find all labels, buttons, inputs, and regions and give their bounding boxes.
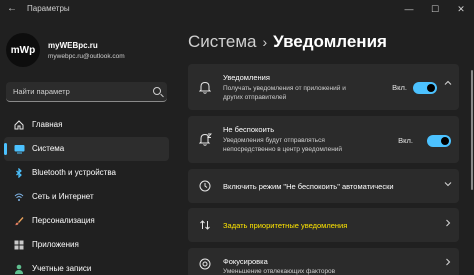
sidebar-item-bluetooth[interactable]: Bluetooth и устройства	[4, 161, 169, 185]
do-not-disturb-card[interactable]: Не беспокоить Уведомления будут отправля…	[188, 116, 459, 163]
priority-notifications-card[interactable]: Задать приоритетные уведомления	[188, 208, 459, 242]
search-icon[interactable]	[153, 87, 161, 95]
profile-name: myWEBpc.ru	[48, 41, 98, 50]
breadcrumb-parent[interactable]: Система	[188, 32, 256, 51]
focus-desc: Уменьшение отвлекающих факторов	[223, 268, 336, 275]
breadcrumb: Система › Уведомления	[188, 32, 387, 52]
scrollbar[interactable]	[471, 70, 473, 190]
profile-email: mywebpc.ru@outlook.com	[48, 53, 125, 60]
wifi-icon	[14, 192, 24, 202]
notifications-toggle-label: Вкл.	[392, 83, 407, 92]
bluetooth-icon	[14, 167, 24, 179]
bell-snooze-icon	[198, 132, 212, 146]
auto-dnd-title: Включить режим "Не беспокоить" автоматич…	[223, 182, 394, 191]
sidebar-item-label: Учетные записи	[32, 264, 92, 273]
back-arrow-icon[interactable]: ←	[7, 3, 17, 14]
notifications-card[interactable]: Уведомления Получать уведомления от прил…	[188, 64, 459, 110]
search-box[interactable]: Найти параметр	[6, 82, 167, 102]
dnd-title: Не беспокоить	[223, 125, 275, 134]
close-button[interactable]: ✕	[448, 0, 474, 18]
focus-card[interactable]: Фокусировка Уменьшение отвлекающих факто…	[188, 248, 459, 275]
brush-icon	[14, 216, 24, 226]
sidebar-item-label: Персонализация	[32, 216, 95, 225]
home-icon	[14, 120, 24, 130]
sidebar-item-label: Главная	[32, 120, 63, 129]
sidebar-nav: Главная Система Bluetooth и устройства С…	[4, 113, 169, 275]
avatar: mWp	[6, 33, 40, 67]
chevron-down-icon[interactable]	[444, 180, 452, 191]
chevron-right-icon[interactable]	[444, 258, 452, 269]
sidebar-item-label: Приложения	[32, 240, 79, 249]
sidebar-item-network[interactable]: Сеть и Интернет	[4, 185, 169, 209]
chevron-right-icon[interactable]	[444, 219, 452, 230]
window-controls: — ☐ ✕	[396, 0, 474, 18]
sidebar-item-system[interactable]: Система	[4, 137, 169, 161]
chevron-up-icon[interactable]	[444, 79, 452, 90]
dnd-desc-line1: Уведомления будут отправляться	[223, 137, 325, 144]
sidebar-item-home[interactable]: Главная	[4, 113, 169, 137]
page-title: Уведомления	[273, 32, 387, 51]
sidebar-item-personalization[interactable]: Персонализация	[4, 209, 169, 233]
sidebar-item-accounts[interactable]: Учетные записи	[4, 257, 169, 275]
sidebar-item-label: Сеть и Интернет	[32, 192, 94, 201]
notifications-desc-line2: других отправителей	[223, 94, 287, 101]
dnd-toggle-label: Вкл.	[398, 136, 413, 145]
breadcrumb-separator: ›	[262, 34, 268, 50]
apps-icon	[14, 240, 24, 250]
priority-notifications-title: Задать приоритетные уведомления	[223, 221, 348, 230]
sidebar-item-label: Система	[32, 144, 65, 153]
clock-icon	[198, 179, 212, 193]
bell-icon	[198, 80, 212, 94]
focus-title: Фокусировка	[223, 257, 268, 266]
auto-dnd-card[interactable]: Включить режим "Не беспокоить" автоматич…	[188, 169, 459, 203]
window-title: Параметры	[27, 4, 70, 13]
focus-icon	[198, 257, 212, 271]
notifications-toggle[interactable]	[413, 82, 437, 94]
sidebar-item-apps[interactable]: Приложения	[4, 233, 169, 257]
sort-arrows-icon	[198, 218, 212, 232]
monitor-icon	[14, 144, 25, 154]
title-bar: ← Параметры — ☐ ✕	[0, 0, 474, 18]
notifications-title: Уведомления	[223, 73, 270, 82]
search-input[interactable]: Найти параметр	[13, 87, 70, 96]
dnd-desc-line2: непосредственно в центр уведомлений	[223, 146, 343, 153]
user-icon	[14, 264, 24, 274]
maximize-button[interactable]: ☐	[422, 0, 448, 18]
sidebar-item-label: Bluetooth и устройства	[32, 168, 116, 177]
minimize-button[interactable]: —	[396, 0, 422, 18]
notifications-desc-line1: Получать уведомления от приложений и	[223, 85, 346, 92]
dnd-toggle[interactable]	[427, 135, 451, 147]
